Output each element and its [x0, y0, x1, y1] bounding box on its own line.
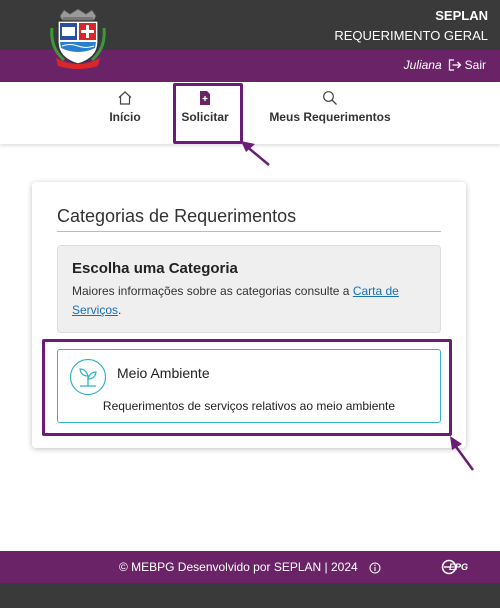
footer: © MEBPG Desenvolvido por SEPLAN | 2024 E… — [0, 551, 500, 583]
coat-of-arms-icon[interactable] — [50, 8, 106, 70]
category-info-box: Escolha uma Categoria Maiores informaçõe… — [57, 245, 441, 333]
nav-item-meus-requerimentos[interactable]: Meus Requerimentos — [266, 90, 394, 124]
bottom-bar — [0, 583, 500, 608]
nav-label-inicio: Início — [109, 110, 141, 124]
nav-item-inicio[interactable]: Início — [95, 90, 155, 124]
epg-logo: EPG — [441, 559, 468, 575]
page-title: Categorias de Requerimentos — [57, 206, 297, 226]
category-highlight-box — [42, 339, 452, 436]
nav-label-meus-requerimentos: Meus Requerimentos — [269, 110, 391, 124]
info-text: Maiores informações sobre as categorias … — [72, 282, 428, 320]
logout-button[interactable]: Sair — [448, 58, 486, 72]
user-name: Juliana — [403, 58, 442, 72]
info-text-body: Maiores informações sobre as categorias … — [72, 284, 353, 298]
title-divider — [57, 231, 441, 232]
info-icon[interactable] — [369, 562, 381, 574]
footer-credit: © MEBPG Desenvolvido por SEPLAN | 2024 — [118, 560, 358, 574]
solicitar-highlight-box — [173, 83, 243, 144]
pointer-arrow-icon — [450, 436, 475, 471]
info-title: Escolha uma Categoria — [72, 260, 238, 277]
epg-logo-text: EPG — [448, 562, 468, 572]
logout-label: Sair — [464, 58, 486, 72]
system-title: SEPLAN REQUERIMENTO GERAL — [334, 8, 488, 45]
pointer-arrow-icon — [241, 141, 270, 166]
footer-text: © MEBPG Desenvolvido por SEPLAN | 2024 — [0, 560, 500, 574]
system-name: SEPLAN — [435, 8, 488, 23]
logout-icon — [448, 59, 462, 71]
main-nav: Início Solicitar Meus Requerimentos — [0, 82, 500, 144]
user-info: Juliana Sair — [404, 58, 486, 72]
info-text-end: . — [118, 303, 122, 317]
home-icon — [118, 91, 132, 105]
system-subtitle: REQUERIMENTO GERAL — [334, 28, 488, 43]
search-icon — [323, 91, 337, 105]
